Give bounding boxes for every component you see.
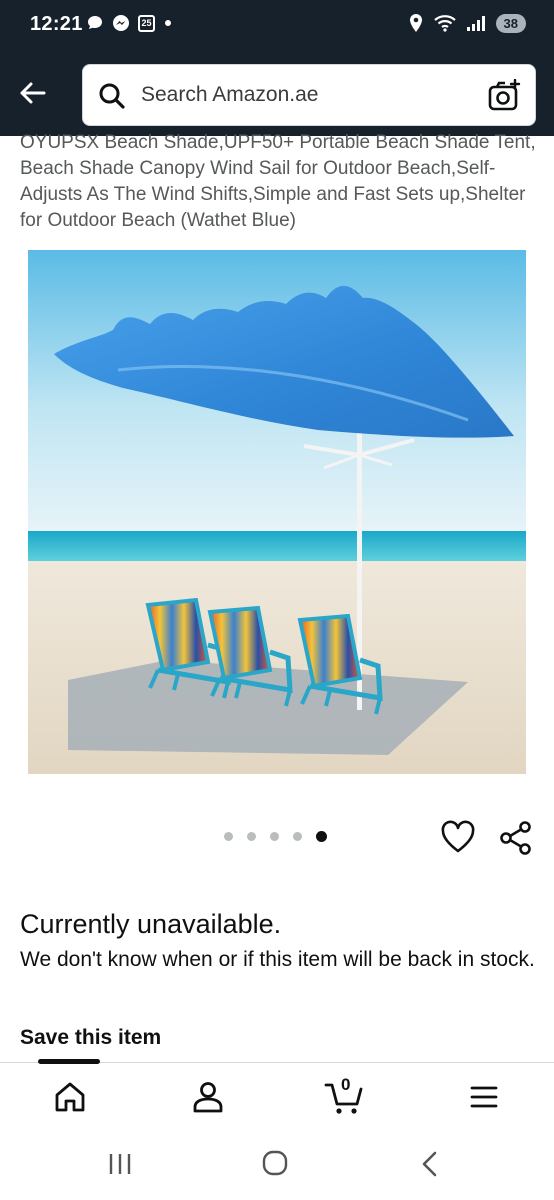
search-input[interactable]: [141, 65, 471, 125]
carousel-dot[interactable]: [270, 832, 279, 841]
cart-count: 0: [341, 1075, 351, 1094]
status-time: 12:21: [30, 13, 83, 35]
share-icon[interactable]: [498, 820, 534, 856]
availability-status: Currently unavailable.: [20, 909, 282, 939]
menu-icon[interactable]: [464, 1077, 504, 1117]
carousel-dot[interactable]: [247, 832, 256, 841]
dot-icon: [165, 20, 171, 26]
status-notification-icons: 25: [86, 14, 173, 32]
home-icon[interactable]: [50, 1077, 90, 1117]
bottom-nav: 0: [0, 1059, 554, 1134]
home-circle-icon[interactable]: [255, 1148, 295, 1180]
product-illustration: [28, 250, 526, 774]
messenger-icon: [113, 15, 129, 31]
chat-bubble-icon: [88, 16, 102, 29]
status-system-icons: 38: [408, 13, 526, 33]
signal-icon: [466, 16, 485, 31]
location-icon: [409, 14, 422, 32]
carousel-dot[interactable]: [224, 832, 233, 841]
wifi-icon: [433, 15, 456, 32]
account-icon[interactable]: [188, 1077, 228, 1117]
save-item-link[interactable]: Save this item: [20, 1026, 161, 1050]
system-nav-bar: [0, 1134, 554, 1200]
carousel-dot[interactable]: [293, 832, 302, 841]
cart-button[interactable]: 0: [324, 1075, 364, 1117]
back-chevron-icon[interactable]: [410, 1148, 450, 1180]
availability-message: We don't know when or if this item will …: [20, 948, 535, 971]
product-title[interactable]: OYUPSX Beach Shade,UPF50+ Portable Beach…: [20, 130, 538, 234]
image-carousel-dots[interactable]: [224, 831, 327, 842]
calendar-icon: 25: [138, 14, 155, 32]
heart-icon[interactable]: [440, 820, 476, 856]
calendar-day: 25: [141, 17, 152, 28]
product-image[interactable]: [28, 250, 526, 774]
battery-icon: 38: [495, 13, 526, 33]
recents-icon[interactable]: [100, 1148, 140, 1180]
search-bar[interactable]: [82, 64, 536, 126]
nav-active-indicator: [38, 1059, 100, 1064]
carousel-dot-active[interactable]: [316, 831, 327, 842]
back-arrow-icon[interactable]: [14, 74, 52, 112]
status-bar: 12:21 25 38: [0, 0, 554, 52]
camera-icon[interactable]: [487, 79, 521, 113]
search-icon: [99, 83, 125, 109]
app-header: [0, 52, 554, 136]
